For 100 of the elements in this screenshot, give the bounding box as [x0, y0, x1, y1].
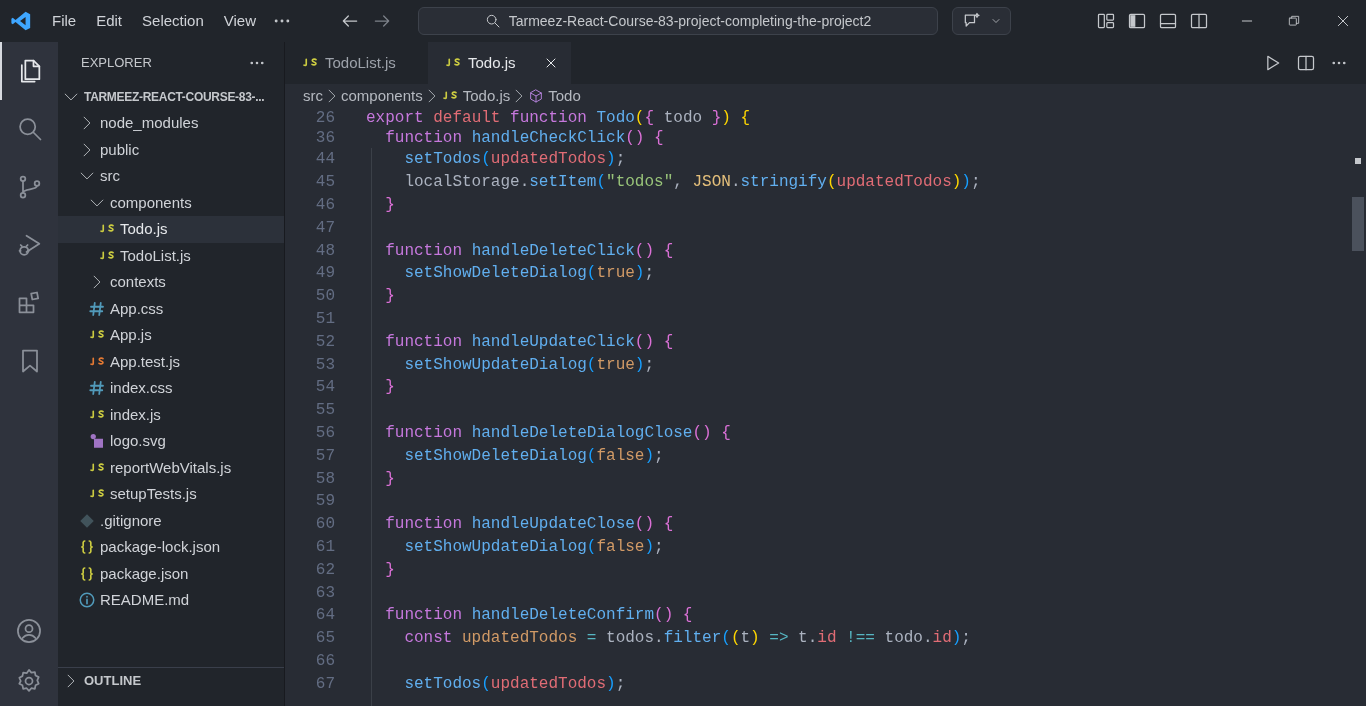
line-number: 52 — [314, 331, 335, 353]
file-row[interactable]: App.css — [58, 295, 284, 322]
line-number: 44 — [314, 149, 335, 171]
search-icon[interactable] — [16, 115, 44, 143]
line-number: 62 — [314, 559, 335, 581]
code-line: } — [384, 377, 395, 399]
line-number: 53 — [314, 354, 335, 376]
account-icon[interactable] — [15, 617, 43, 645]
menu-item[interactable]: Edit — [86, 7, 133, 35]
logo-icon — [10, 10, 32, 32]
folder-row[interactable]: public — [58, 136, 284, 163]
code-line: setTodos(updatedTodos); — [403, 673, 626, 695]
hash-icon — [88, 379, 106, 398]
code-line: function handleUpdateClick() { — [384, 331, 674, 353]
line-number: 50 — [314, 286, 335, 308]
tab[interactable]: Todo.js — [428, 42, 571, 84]
section-header[interactable]: OUTLINE — [58, 667, 284, 693]
code-line: const updatedTodos = todos.filter((t) => t.id !== todo.id); — [403, 628, 971, 650]
code-line: function handleCheckClick() { — [384, 128, 664, 149]
layout-icon[interactable] — [1096, 11, 1116, 31]
line-number: 36 — [314, 128, 335, 149]
code-line: function handleUpdateClose() { — [384, 514, 674, 536]
file-row[interactable]: Todo.js — [58, 216, 284, 243]
chat-button[interactable] — [952, 7, 1011, 35]
code-line: localStorage.setItem("todos", JSON.stringify(updatedTodos)); — [403, 172, 981, 194]
folder-row[interactable]: TARMEEZ-REACT-COURSE-83-... — [58, 84, 284, 110]
line-number: 57 — [314, 445, 335, 467]
scroll-marker — [1355, 158, 1361, 164]
code-line: function handleDeleteDialogClose() { — [384, 422, 731, 444]
line-number: 26 — [314, 108, 335, 129]
close-icon[interactable] — [1335, 13, 1351, 29]
menu-item[interactable]: Selection — [132, 7, 214, 35]
info-icon — [78, 591, 96, 610]
breadcrumb-item[interactable]: components — [341, 84, 423, 108]
line-number: 55 — [314, 400, 335, 422]
braces-icon — [78, 538, 96, 557]
breadcrumb-item[interactable]: Todo.js — [440, 84, 511, 108]
file-row[interactable]: .gitignore — [58, 507, 284, 534]
file-row[interactable]: package.json — [58, 560, 284, 587]
code-line: } — [384, 468, 395, 490]
line-number: 49 — [314, 263, 335, 285]
line-number: 64 — [314, 605, 335, 627]
code-line: } — [384, 195, 395, 216]
code-line: function handleDeleteClick() { — [384, 240, 674, 262]
split-icon[interactable] — [1296, 53, 1316, 73]
file-row[interactable]: setupTests.js — [58, 481, 284, 508]
file-row[interactable]: reportWebVitals.js — [58, 454, 284, 481]
folder-row[interactable]: node_modules — [58, 110, 284, 137]
line-number: 48 — [314, 240, 335, 262]
folder-row[interactable]: contexts — [58, 269, 284, 296]
folder-row[interactable]: components — [58, 189, 284, 216]
line-number: 60 — [314, 514, 335, 536]
line-number: 59 — [314, 491, 335, 513]
code-line: setTodos(updatedTodos); — [403, 149, 626, 171]
search-field[interactable]: Tarmeez-React-Course-83-project-completing-the-project2 — [418, 7, 938, 35]
line-number: 54 — [314, 377, 335, 399]
breadcrumb-item[interactable]: Todo — [528, 84, 581, 108]
code-line: setShowUpdateDialog(true); — [403, 354, 655, 376]
line-number: 66 — [314, 650, 335, 672]
line-number: 67 — [314, 673, 335, 695]
code-line: export default function Todo({ todo }) { — [366, 108, 751, 129]
folder-row[interactable]: src — [58, 163, 284, 190]
panel-title: EXPLORER — [81, 54, 152, 73]
file-row[interactable]: package-lock.json — [58, 534, 284, 561]
breadcrumb-item[interactable]: src — [303, 84, 323, 108]
file-row[interactable]: index.css — [58, 375, 284, 402]
scrollbar-thumb[interactable] — [1352, 197, 1364, 251]
search-icon — [484, 13, 501, 29]
search-text: Tarmeez-React-Course-83-project-completing-the-project2 — [508, 11, 872, 31]
sidebar-icon[interactable] — [1127, 11, 1147, 31]
file-row[interactable]: logo.svg — [58, 428, 284, 455]
code-line: } — [384, 559, 395, 581]
line-number: 65 — [314, 628, 335, 650]
file-row[interactable]: README.md — [58, 587, 284, 614]
file-row[interactable]: App.test.js — [58, 348, 284, 375]
line-number: 47 — [314, 217, 335, 239]
code-line: } — [384, 286, 395, 308]
file-row[interactable]: App.js — [58, 322, 284, 349]
code-line: setShowDeleteDialog(true); — [403, 263, 655, 285]
restore-icon[interactable] — [1287, 14, 1301, 28]
panel-icon[interactable] — [1158, 11, 1178, 31]
code-line: setShowDeleteDialog(false); — [403, 445, 664, 467]
hash-icon — [88, 299, 106, 318]
line-number: 46 — [314, 195, 335, 216]
line-number: 63 — [314, 582, 335, 604]
menu-item[interactable]: View — [213, 7, 266, 35]
line-number: 51 — [314, 309, 335, 330]
code-line: setShowUpdateDialog(false); — [403, 536, 664, 558]
line-number: 58 — [314, 468, 335, 490]
menu-item[interactable]: File — [42, 7, 87, 35]
line-number: 61 — [314, 536, 335, 558]
line-number: 45 — [314, 172, 335, 194]
cube-icon — [528, 88, 545, 104]
split-icon[interactable] — [1189, 11, 1209, 31]
braces-icon — [78, 564, 96, 583]
code-line: function handleDeleteConfirm() { — [384, 605, 693, 627]
file-row[interactable]: index.js — [58, 401, 284, 428]
file-row[interactable]: TodoList.js — [58, 242, 284, 269]
shapes-icon — [88, 432, 106, 451]
line-number: 56 — [314, 422, 335, 444]
